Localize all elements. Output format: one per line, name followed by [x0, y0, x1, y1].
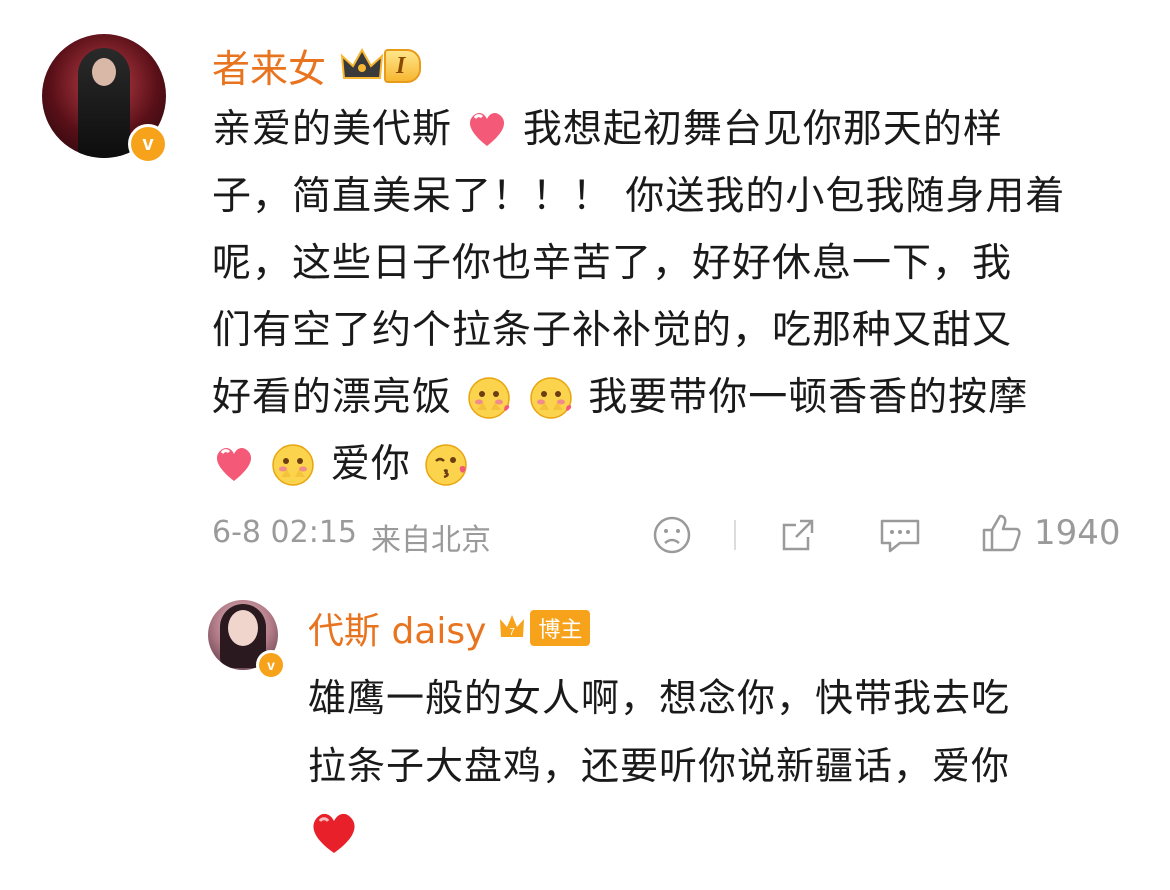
- comment-line: 爱你: [212, 431, 1132, 498]
- vip-level-badge: I: [340, 47, 422, 84]
- comment-line: 们有空了约个拉条子补补觉的，吃那种又甜又: [212, 308, 1013, 353]
- comment-line: 呢，这些日子你也辛苦了，好好休息一下，我: [212, 241, 1013, 286]
- verified-badge-icon: v: [128, 124, 168, 164]
- reply-body: 雄鹰一般的女人啊，想念你，快带我去吃 拉条子大盘鸡，还要听你说新疆话，爱你: [308, 664, 1138, 868]
- comment-line: 好看的漂亮饭 我要带你一顿香香的按摩: [212, 364, 1132, 431]
- blogger-tag: 博主: [530, 610, 591, 646]
- reply-comment-icon[interactable]: [878, 515, 922, 555]
- shy-face-emoji-icon: [272, 444, 315, 486]
- blogger-crown-icon: 7: [500, 615, 525, 638]
- action-divider: [734, 520, 736, 550]
- crown-icon: [340, 47, 384, 79]
- shy-face-emoji-icon: [530, 377, 572, 419]
- reply-line: [308, 800, 1138, 868]
- commenter-username[interactable]: 者来女: [212, 38, 326, 93]
- share-icon[interactable]: [778, 515, 818, 555]
- thumbs-up-icon: [982, 514, 1021, 552]
- shy-face-emoji-icon: [468, 377, 511, 419]
- like-count: 1940: [1034, 513, 1121, 553]
- dislike-face-icon[interactable]: [652, 515, 692, 555]
- comment-timestamp: 6-8 02:15: [212, 515, 357, 550]
- level-label: I: [384, 48, 422, 83]
- comment-location: 来自北京: [371, 523, 491, 558]
- comment-line: 子，简直美呆了！！！ 你送我的小包我随身用着: [212, 174, 1066, 219]
- heart-emoji-icon: [470, 112, 505, 146]
- reply-line: 雄鹰一般的女人啊，想念你，快带我去吃: [308, 676, 1011, 720]
- heart-red-icon: [313, 813, 355, 853]
- like-button[interactable]: 1940: [980, 512, 1121, 554]
- svg-text:7: 7: [510, 627, 516, 638]
- kiss-face-emoji-icon: [425, 444, 467, 486]
- reply-line: 拉条子大盘鸡，还要听你说新疆话，爱你: [308, 744, 1011, 788]
- blogger-badge: 7 博主: [498, 610, 591, 646]
- verified-badge-icon: v: [256, 650, 286, 680]
- heart-emoji-icon: [216, 447, 252, 481]
- replier-username[interactable]: 代斯 daisy: [308, 602, 486, 654]
- comment-line: 亲爱的美代斯 我想起初舞台见你那天的样: [212, 107, 1003, 152]
- comment-body: 亲爱的美代斯 我想起初舞台见你那天的样 子，简直美呆了！！！ 你送我的小包我随身…: [212, 96, 1132, 498]
